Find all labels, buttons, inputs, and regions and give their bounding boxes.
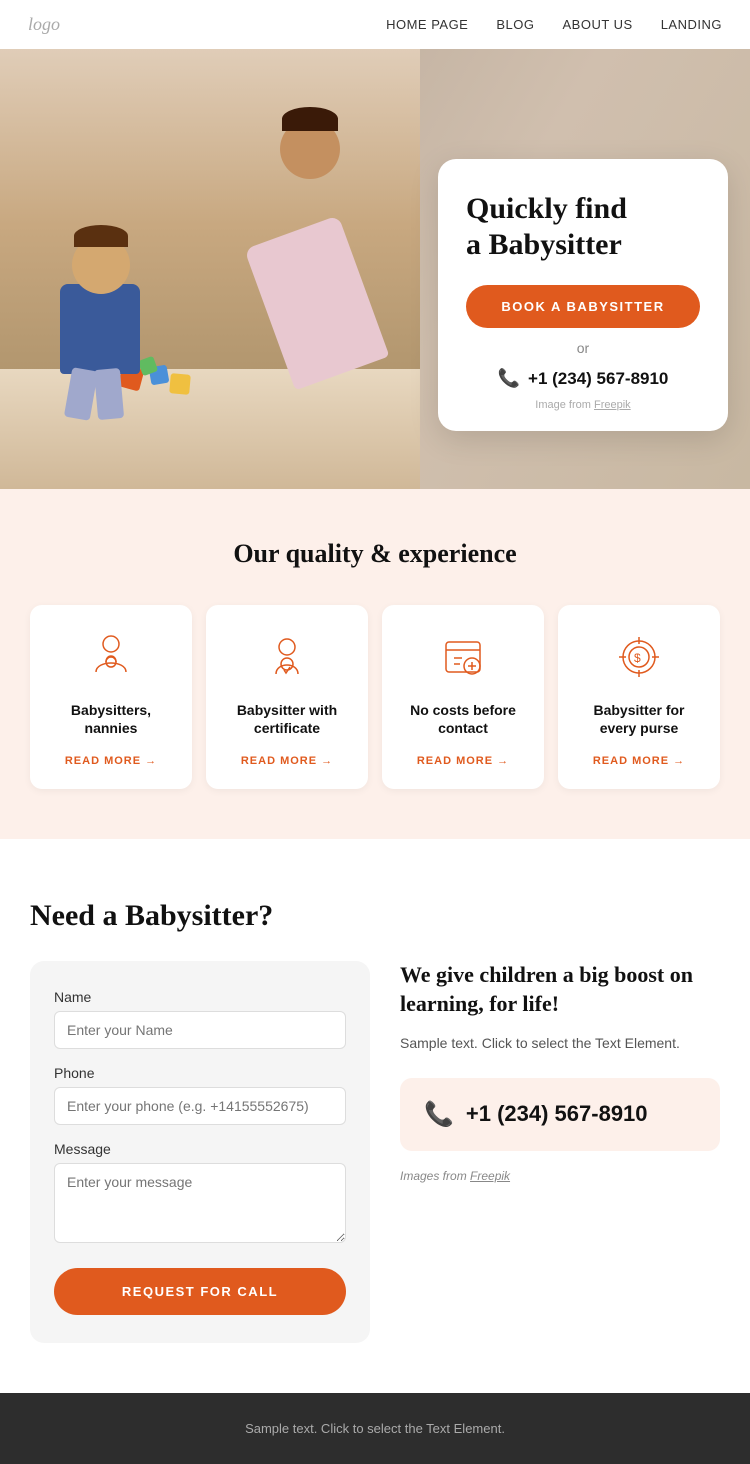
info-title: We give children a big boost on learning… [400,961,720,1018]
contact-form-container: Name Phone Message REQUEST FOR CALL [30,961,370,1343]
info-phone-number: +1 (234) 567-8910 [466,1101,648,1127]
phone-input[interactable] [54,1087,346,1125]
main-nav: HOME PAGE BLOG ABOUT US LANDING [386,17,722,32]
need-section: Need a Babysitter? Name Phone Message RE… [0,839,750,1393]
need-layout: Name Phone Message REQUEST FOR CALL We g… [30,961,720,1343]
nav-landing[interactable]: LANDING [661,17,722,32]
freepik-link-info[interactable]: Freepik [470,1169,510,1183]
read-more-2[interactable]: READ MORE → [241,755,333,767]
purse-icon: $ [611,629,667,685]
phone-form-group: Phone [54,1065,346,1125]
message-textarea[interactable] [54,1163,346,1243]
service-title-4: Babysitter for every purse [574,701,704,737]
request-call-button[interactable]: REQUEST FOR CALL [54,1268,346,1315]
hero-phone-number: +1 (234) 567-8910 [528,369,668,389]
service-card-nocosts: No costs before contact READ MORE → [382,605,544,789]
nav-blog[interactable]: BLOG [496,17,534,32]
hero-image-credit: Image from Freepik [466,399,700,411]
hero-photo [0,49,420,489]
message-form-group: Message [54,1141,346,1248]
hero-phone-row: 📞 +1 (234) 567-8910 [466,368,700,389]
name-form-group: Name [54,989,346,1049]
nav-home[interactable]: HOME PAGE [386,17,468,32]
phone-label: Phone [54,1065,346,1081]
info-phone-card: 📞 +1 (234) 567-8910 [400,1078,720,1151]
service-card-purse: $ Babysitter for every purse READ MORE → [558,605,720,789]
info-side: We give children a big boost on learning… [400,961,720,1182]
logo: logo [28,14,60,35]
service-title-1: Babysitters, nannies [46,701,176,737]
name-label: Name [54,989,346,1005]
nocosts-icon [435,629,491,685]
book-babysitter-button[interactable]: BOOK A BABYSITTER [466,285,700,328]
name-input[interactable] [54,1011,346,1049]
babysitters-icon [83,629,139,685]
read-more-3[interactable]: READ MORE → [417,755,509,767]
hero-card: Quickly find a Babysitter BOOK A BABYSIT… [438,159,728,431]
service-title-2: Babysitter with certificate [222,701,352,737]
footer-text: Sample text. Click to select the Text El… [30,1421,720,1436]
service-card-babysitters: Babysitters, nannies READ MORE → [30,605,192,789]
service-title-3: No costs before contact [398,701,528,737]
freepik-link-hero[interactable]: Freepik [594,399,631,411]
nav-about[interactable]: ABOUT US [562,17,632,32]
images-credit: Images from Freepik [400,1169,720,1183]
service-card-certificate: Babysitter with certificate READ MORE → [206,605,368,789]
quality-title: Our quality & experience [30,539,720,569]
read-more-4[interactable]: READ MORE → [593,755,685,767]
hero-title: Quickly find a Babysitter [466,191,700,263]
svg-text:$: $ [634,651,641,665]
info-text: Sample text. Click to select the Text El… [400,1033,720,1054]
service-cards-grid: Babysitters, nannies READ MORE → Babysit… [30,605,720,789]
hero-section: Quickly find a Babysitter BOOK A BABYSIT… [0,49,750,489]
message-label: Message [54,1141,346,1157]
quality-section: Our quality & experience Babysitters, na… [0,489,750,839]
need-title: Need a Babysitter? [30,899,720,933]
read-more-1[interactable]: READ MORE → [65,755,157,767]
phone-card-icon: 📞 [424,1100,454,1129]
header: logo HOME PAGE BLOG ABOUT US LANDING [0,0,750,49]
footer: Sample text. Click to select the Text El… [0,1393,750,1464]
certificate-icon [259,629,315,685]
phone-icon: 📞 [498,368,520,389]
or-divider: or [466,340,700,356]
